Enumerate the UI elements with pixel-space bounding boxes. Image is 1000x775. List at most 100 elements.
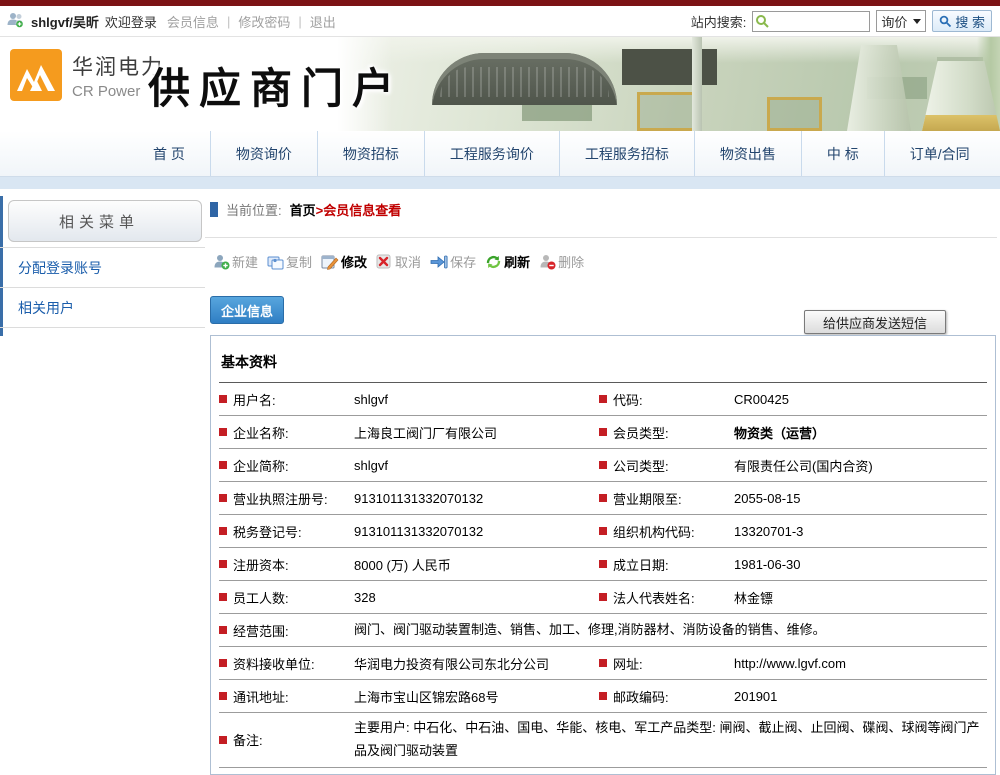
record-toolbar: 新建 复制 修改 取消 保存: [213, 252, 584, 271]
link-logout[interactable]: 退出: [310, 12, 336, 31]
field-value: CR00425: [734, 392, 987, 407]
power-plant-image: [337, 37, 1000, 131]
field-label: 经营范围:: [219, 621, 354, 640]
field-value: 1981-06-30: [734, 557, 987, 572]
red-bullet-icon: [219, 494, 227, 502]
sidebar-item-assign-accounts[interactable]: 分配登录账号: [0, 248, 205, 288]
cancel-button-label: 取消: [395, 252, 421, 271]
field-value: 主要用户: 中石化、中石油、国电、华能、核电、军工产品类型: 闸阀、截止阀、止回…: [354, 713, 987, 767]
field-value: 阀门、阀门驱动装置制造、销售、加工、修理,消防器材、消防设备的销售、维修。: [354, 615, 987, 646]
account-links: 会员信息 修改密码 退出: [167, 12, 336, 31]
nav-item-service-bidding[interactable]: 工程服务招标: [559, 131, 694, 176]
red-bullet-icon: [219, 461, 227, 469]
tab-company-info[interactable]: 企业信息: [210, 296, 284, 324]
field-value: http://www.lgvf.com: [734, 656, 987, 671]
link-separator: [227, 14, 230, 29]
nav-item-orders-contracts[interactable]: 订单/合同: [884, 131, 995, 176]
edit-button-label: 修改: [341, 252, 367, 271]
breadcrumb: 当前位置: 首页>会员信息查看: [210, 200, 401, 219]
portal-title: 供应商门户: [148, 55, 403, 116]
search-button[interactable]: 搜 索: [932, 10, 992, 32]
red-bullet-icon: [599, 494, 607, 502]
table-row: 企业名称: 上海良工阀门厂有限公司 会员类型: 物资类（运营）: [219, 416, 987, 449]
copy-button-label: 复制: [286, 252, 312, 271]
field-label: 备注:: [219, 730, 354, 749]
section-title: 基本资料: [211, 336, 995, 372]
new-button[interactable]: 新建: [213, 252, 258, 271]
site-search-label: 站内搜索:: [691, 12, 747, 31]
field-value: 201901: [734, 689, 987, 704]
field-value: 上海良工阀门厂有限公司: [354, 423, 599, 442]
red-bullet-icon: [219, 736, 227, 744]
table-row: 通讯地址: 上海市宝山区锦宏路68号 邮政编码: 201901: [219, 680, 987, 713]
delete-button-label: 删除: [558, 252, 584, 271]
red-bullet-icon: [219, 395, 227, 403]
field-value: shlgvf: [354, 392, 599, 407]
logged-in-user: shlgvf/吴昕: [31, 12, 99, 31]
red-bullet-icon: [219, 560, 227, 568]
user-add-icon: [213, 254, 230, 270]
table-row: 用户名: shlgvf 代码: CR00425: [219, 383, 987, 416]
table-row: 注册资本: 8000 (万) 人民币 成立日期: 1981-06-30: [219, 548, 987, 581]
red-bullet-icon: [219, 527, 227, 535]
nav-item-material-bidding[interactable]: 物资招标: [317, 131, 424, 176]
field-label: 代码:: [599, 390, 734, 409]
red-bullet-icon: [599, 461, 607, 469]
red-bullet-icon: [599, 659, 607, 667]
sidebar-item-related-users[interactable]: 相关用户: [0, 288, 205, 328]
link-change-password[interactable]: 修改密码: [238, 12, 290, 31]
breadcrumb-home[interactable]: 首页: [290, 203, 316, 218]
table-row: 税务登记号: 913101131332070132 组织机构代码: 133207…: [219, 515, 987, 548]
edit-button[interactable]: 修改: [321, 252, 367, 271]
red-bullet-icon: [599, 395, 607, 403]
sidebar-title: 相关菜单: [8, 200, 202, 242]
copy-button[interactable]: 复制: [267, 252, 312, 271]
top-bar: shlgvf/吴昕 欢迎登录 会员信息 修改密码 退出 站内搜索: 询价 搜 索: [0, 6, 1000, 37]
field-label: 公司类型:: [599, 456, 734, 475]
search-input[interactable]: [771, 12, 867, 31]
field-value: 328: [354, 590, 599, 605]
users-icon: [6, 12, 25, 31]
field-value: shlgvf: [354, 458, 599, 473]
link-member-info[interactable]: 会员信息: [167, 12, 219, 31]
brand-logo: 华润电力 CR Power: [10, 49, 164, 101]
red-bullet-icon: [599, 527, 607, 535]
field-label: 成立日期:: [599, 555, 734, 574]
delete-button[interactable]: 删除: [539, 252, 584, 271]
field-label: 营业期限至:: [599, 489, 734, 508]
chevron-down-icon: [913, 19, 921, 24]
copy-icon: [267, 254, 284, 270]
nav-item-material-inquiry[interactable]: 物资询价: [210, 131, 317, 176]
search-category-dropdown[interactable]: 询价: [876, 10, 926, 32]
main-nav: 首 页 物资询价 物资招标 工程服务询价 工程服务招标 物资出售 中 标 订单/…: [0, 131, 1000, 177]
field-value: 913101131332070132: [354, 491, 599, 506]
sidebar-menu: 分配登录账号 相关用户: [0, 247, 205, 328]
nav-item-service-inquiry[interactable]: 工程服务询价: [424, 131, 559, 176]
field-label: 员工人数:: [219, 588, 354, 607]
table-row: 备注: 主要用户: 中石化、中石油、国电、华能、核电、军工产品类型: 闸阀、截止…: [219, 713, 987, 768]
send-sms-button[interactable]: 给供应商发送短信: [804, 310, 946, 334]
red-bullet-icon: [219, 428, 227, 436]
nav-item-home[interactable]: 首 页: [128, 131, 210, 176]
cancel-button[interactable]: 取消: [376, 252, 421, 271]
user-info: shlgvf/吴昕 欢迎登录: [0, 12, 157, 31]
welcome-text: 欢迎登录: [105, 12, 157, 31]
user-remove-icon: [539, 254, 556, 270]
new-button-label: 新建: [232, 252, 258, 271]
refresh-button[interactable]: 刷新: [485, 252, 530, 271]
red-bullet-icon: [219, 659, 227, 667]
field-label: 通讯地址:: [219, 687, 354, 706]
site-search: 站内搜索: 询价 搜 索: [691, 10, 1000, 32]
page: { "topbar": { "user": "shlgvf/吴昕", "welc…: [0, 0, 1000, 767]
nav-item-award[interactable]: 中 标: [801, 131, 884, 176]
field-label: 邮政编码:: [599, 687, 734, 706]
nav-item-material-sale[interactable]: 物资出售: [694, 131, 801, 176]
search-input-magnifier-icon: [755, 14, 770, 32]
cancel-icon: [376, 254, 393, 270]
field-label: 法人代表姓名:: [599, 588, 734, 607]
field-value: 物资类（运营）: [734, 423, 987, 442]
search-category-value: 询价: [881, 12, 907, 31]
save-button[interactable]: 保存: [430, 252, 476, 271]
save-icon: [430, 254, 448, 270]
breadcrumb-current: 会员信息查看: [323, 203, 401, 218]
